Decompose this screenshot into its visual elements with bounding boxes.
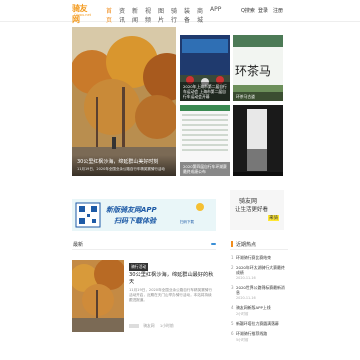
- register-link[interactable]: 注册: [273, 7, 283, 14]
- feature-tile[interactable]: 2020第四届自行车环湖赛 最终成绩公布: [180, 105, 230, 176]
- article-thumbnail[interactable]: [72, 260, 124, 332]
- feature-tile[interactable]: 2020年上海市第二届自行车运动会 上海市第二届自行车运动会开幕: [180, 35, 230, 101]
- hero-caption: 30公里红枫沙海，绵延群山美好时刻 11月19日，2020年全国业余公路自行车精…: [72, 155, 176, 176]
- list-item-title[interactable]: 新疆环塔拉力赛圆满落幕: [236, 321, 288, 326]
- list-item[interactable]: 3 2020世界公路锦标赛最新消息 2020-11-16: [230, 285, 288, 300]
- qr-code-label: 扫码下载: [180, 220, 194, 224]
- list-item-date: 5小时前: [236, 338, 249, 342]
- tile-caption: 2020年上海市第二届自行车运动会 上海市第二届自行车运动会开幕: [180, 82, 230, 101]
- list-item[interactable]: 2 2020年环太湖骑行大赛最终成绩 2020-11-16: [230, 265, 288, 280]
- list-item-number: 1: [231, 255, 234, 260]
- hot-topics-list: 近期热点 1 环湖骑行赛比赛结束 2 2020年环太湖骑行大赛最终成绩 2020…: [230, 238, 288, 342]
- list-item[interactable]: 5 新疆环塔拉力赛圆满落幕: [230, 321, 288, 326]
- tile-caption: 2020第四届自行车环湖赛 最终成绩公布: [180, 162, 230, 176]
- list-item-date: 2020-11-16: [236, 276, 256, 280]
- banner-line2: 扫码下载体验: [114, 217, 156, 225]
- nav-item-gear[interactable]: 装备: [184, 6, 191, 24]
- list-item-number: 5: [231, 321, 234, 326]
- list-item-title[interactable]: 2020年环太湖骑行大赛最终成绩: [236, 265, 288, 275]
- tile-caption: [233, 172, 283, 176]
- side-ad[interactable]: 骑友网 让生活更好看 来骑: [230, 190, 284, 230]
- nav-item-info[interactable]: 资讯: [119, 6, 126, 24]
- nav-item-news[interactable]: 新闻: [132, 6, 139, 24]
- thumbnail-image: [72, 260, 124, 332]
- list-item-number: 3: [231, 285, 234, 290]
- feed-section-header: 最新: [72, 238, 216, 250]
- list-item-title[interactable]: 骑友网新版APP上线: [236, 305, 288, 310]
- article-tag[interactable]: 骑行活动: [129, 263, 149, 271]
- list-item[interactable]: 6 环湖骑行推荐线路 5小时前: [230, 331, 288, 342]
- nav-item-photos[interactable]: 图片: [158, 6, 165, 24]
- more-icon[interactable]: [211, 243, 216, 245]
- list-item-number: 6: [231, 331, 234, 336]
- list-item-title[interactable]: 环湖骑行推荐线路: [236, 331, 288, 336]
- search-button[interactable]: Q搜索: [241, 7, 255, 14]
- list-item-date: 2小时前: [236, 312, 249, 316]
- main-nav: 首页 资讯 新闻 视频 图片 骑行 装备 商城 APP: [106, 6, 221, 24]
- hero-feature[interactable]: 30公里红枫沙海，绵延群山美好时刻 11月19日，2020年全国业余公路自行车精…: [72, 27, 176, 176]
- banner-art: [72, 199, 216, 231]
- side-ad-title: 骑友网: [239, 198, 258, 205]
- svg-text:环茶马: 环茶马: [235, 63, 271, 78]
- top-navigation-bar: 骑友网 Qiyou.net 首页 资讯 新闻 视频 图片 骑行 装备 商城 AP…: [0, 0, 360, 24]
- hot-topics-title: 近期热点: [230, 238, 288, 250]
- hero-title[interactable]: 30公里红枫沙海，绵延群山美好时刻: [77, 158, 171, 165]
- hero-image: [72, 27, 176, 176]
- article-description: 11月19日，2020年全国业余公路自行车精英赛骑行活动开启，近期在天门山举办骑…: [129, 288, 212, 302]
- list-item-number: 4: [231, 305, 234, 310]
- article-author[interactable]: 骑友网: [143, 323, 154, 328]
- app-download-banner[interactable]: 新版骑友网APP 扫码下载体验 扫码下载: [72, 199, 216, 231]
- site-logo[interactable]: 骑友网 Qiyou.net: [72, 3, 94, 24]
- article-time: 1小时前: [159, 323, 174, 328]
- article-meta: 骑友网 1小时前: [129, 323, 174, 329]
- list-item-date: 2020-11-16: [236, 296, 256, 300]
- nav-item-riding[interactable]: 骑行: [171, 6, 178, 24]
- feature-tile[interactable]: [233, 105, 283, 176]
- user-links: 登录 注册: [258, 7, 283, 14]
- tile-image: [233, 105, 283, 176]
- banner-line1: 新版骑友网APP: [106, 206, 157, 214]
- list-item[interactable]: 4 骑友网新版APP上线 2小时前: [230, 305, 288, 316]
- login-link[interactable]: 登录: [258, 7, 268, 14]
- nav-item-shop[interactable]: 商城: [197, 6, 204, 24]
- list-item-title[interactable]: 2020世界公路锦标赛最新消息: [236, 285, 288, 295]
- list-item-title[interactable]: 环湖骑行赛比赛结束: [236, 255, 288, 260]
- side-ad-slogan: 让生活更好看: [235, 207, 269, 213]
- feature-tile[interactable]: 环茶马 环茶马古道: [233, 35, 283, 101]
- tile-caption: 环茶马古道: [233, 92, 283, 101]
- logo-subtext: Qiyou.net: [74, 13, 92, 17]
- list-item[interactable]: 1 环湖骑行赛比赛结束: [230, 255, 288, 260]
- side-ad-badge: 来骑: [268, 215, 279, 221]
- hero-description: 11月19日，2020年全国业余公路自行车精英赛骑行活动: [77, 167, 165, 171]
- author-avatar: [129, 324, 139, 328]
- feed-article[interactable]: 骑行活动 30公里红枫沙海，绵延群山最好的秋天 11月19日，2020年全国业余…: [72, 260, 216, 334]
- nav-item-video[interactable]: 视频: [145, 6, 152, 24]
- feed-section-label[interactable]: 最新: [73, 241, 83, 248]
- list-item-number: 2: [231, 265, 234, 270]
- article-title[interactable]: 30公里红枫沙海，绵延群山最好的秋天: [129, 272, 214, 286]
- nav-item-home[interactable]: 首页: [106, 6, 113, 24]
- nav-item-app[interactable]: APP: [210, 6, 221, 24]
